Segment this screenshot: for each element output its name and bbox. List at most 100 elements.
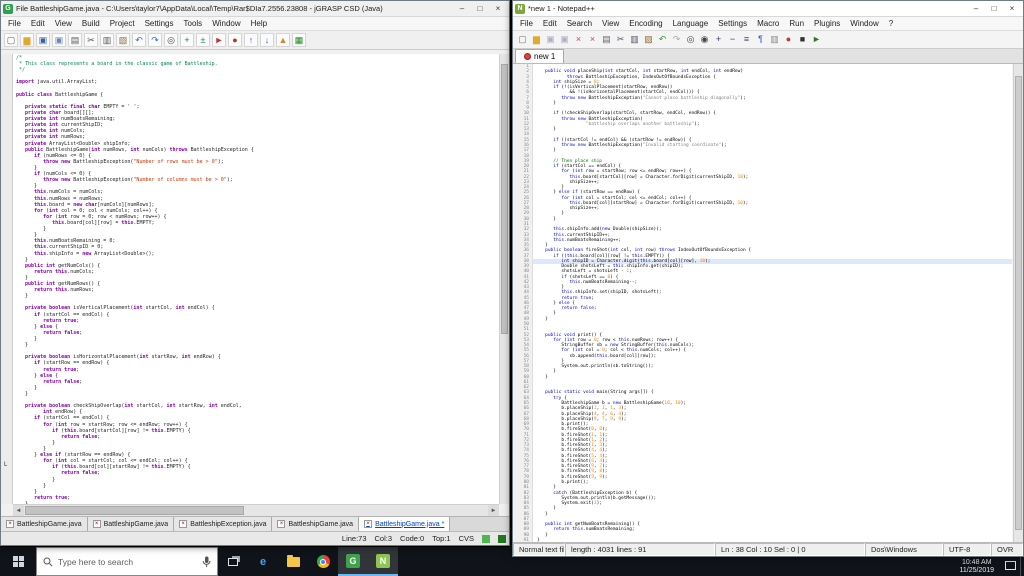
- minimize-button[interactable]: –: [453, 2, 471, 16]
- debug-icon[interactable]: ●: [228, 33, 242, 47]
- zoom-in-icon[interactable]: +: [712, 33, 725, 46]
- status-insert-mode[interactable]: OVR: [991, 543, 1023, 556]
- word-wrap-icon[interactable]: ≡: [740, 33, 753, 46]
- paste-icon[interactable]: ▧: [116, 33, 130, 47]
- task-view-taskbar-icon[interactable]: [218, 547, 248, 576]
- jgrasp-menu-build[interactable]: Build: [77, 19, 105, 28]
- new-file-icon[interactable]: ▢: [516, 33, 529, 46]
- jgrasp-menu-project[interactable]: Project: [105, 19, 140, 28]
- file-explorer-taskbar-icon[interactable]: [278, 547, 308, 576]
- scrollbar-thumb[interactable]: [501, 64, 508, 334]
- minimize-button[interactable]: –: [967, 2, 985, 16]
- stop-macro-icon[interactable]: ■: [796, 33, 809, 46]
- notepadpp-editor[interactable]: 1 2 public void placeShip(int startCol, …: [514, 64, 1012, 542]
- jgrasp-horizontal-scrollbar[interactable]: ◄ ►: [13, 504, 499, 516]
- print-icon[interactable]: ▤: [68, 33, 82, 47]
- jgrasp-menu-help[interactable]: Help: [246, 19, 272, 28]
- npp-menu-language[interactable]: Language: [668, 19, 714, 28]
- npp-menu-file[interactable]: File: [515, 19, 538, 28]
- jgrasp-menu-tools[interactable]: Tools: [179, 19, 208, 28]
- scrollbar-thumb[interactable]: [25, 506, 244, 515]
- close-all-icon[interactable]: ×: [586, 33, 599, 46]
- undo-icon[interactable]: ↶: [656, 33, 669, 46]
- compile-icon[interactable]: +: [180, 33, 194, 47]
- npp-menu-encoding[interactable]: Encoding: [624, 19, 667, 28]
- new-file-icon[interactable]: ▢: [4, 33, 18, 47]
- save-all-icon[interactable]: ▣: [558, 33, 571, 46]
- play-macro-icon[interactable]: ►: [810, 33, 823, 46]
- npp-menu-edit[interactable]: Edit: [538, 19, 562, 28]
- file-tab[interactable]: × BattleshipException.java: [174, 517, 273, 531]
- close-tab-icon[interactable]: ×: [92, 520, 101, 528]
- compile-debug-icon[interactable]: ±: [196, 33, 210, 47]
- file-tab[interactable]: × BattleshipGame.java: [87, 517, 175, 531]
- record-macro-icon[interactable]: ●: [782, 33, 795, 46]
- jgrasp-menu-file[interactable]: File: [3, 19, 26, 28]
- npp-menu-search[interactable]: Search: [562, 19, 597, 28]
- project-grid-icon[interactable]: ▦: [292, 33, 306, 47]
- notepadpp-vertical-scrollbar[interactable]: [1013, 64, 1023, 542]
- close-tab-icon[interactable]: ×: [277, 520, 286, 528]
- scroll-right-icon[interactable]: ►: [488, 505, 499, 516]
- close-tab-icon[interactable]: ×: [364, 520, 373, 528]
- cut-icon[interactable]: ✂: [84, 33, 98, 47]
- start-button[interactable]: [0, 547, 36, 576]
- scroll-left-icon[interactable]: ◄: [13, 505, 24, 516]
- npp-menu-window[interactable]: Window: [845, 19, 883, 28]
- npp-menu-macro[interactable]: Macro: [752, 19, 784, 28]
- jgrasp-taskbar-icon[interactable]: G: [338, 547, 368, 576]
- close-icon[interactable]: ×: [572, 33, 585, 46]
- copy-icon[interactable]: ▥: [100, 33, 114, 47]
- run-icon[interactable]: ►: [212, 33, 226, 47]
- redo-icon[interactable]: ↷: [148, 33, 162, 47]
- save-all-icon[interactable]: ▣: [52, 33, 66, 47]
- find-icon[interactable]: ◎: [164, 33, 178, 47]
- open-folder-icon[interactable]: ▆: [20, 33, 34, 47]
- open-folder-icon[interactable]: ▆: [530, 33, 543, 46]
- run-applet-icon[interactable]: ▲: [276, 33, 290, 47]
- step-down-icon[interactable]: ↓: [260, 33, 274, 47]
- notepadpp-titlebar[interactable]: N *new 1 - Notepad++ – □ ×: [513, 1, 1023, 17]
- action-center-icon[interactable]: [1005, 561, 1016, 570]
- save-icon[interactable]: ▣: [36, 33, 50, 47]
- npp-menu-settings[interactable]: Settings: [713, 19, 752, 28]
- scrollbar-thumb[interactable]: [1015, 76, 1022, 530]
- file-tab[interactable]: × BattleshipGame.java: [1, 517, 88, 531]
- close-tab-icon[interactable]: ×: [179, 520, 188, 528]
- cut-icon[interactable]: ✂: [614, 33, 627, 46]
- copy-icon[interactable]: ▥: [628, 33, 641, 46]
- jgrasp-menu-edit[interactable]: Edit: [26, 19, 50, 28]
- document-tab[interactable]: new 1: [515, 49, 565, 63]
- notepad-plus-plus-taskbar-icon[interactable]: N: [368, 547, 398, 576]
- replace-icon[interactable]: ◉: [698, 33, 711, 46]
- file-tab[interactable]: × BattleshipGame.java *: [359, 517, 451, 531]
- chrome-taskbar-icon[interactable]: [308, 547, 338, 576]
- jgrasp-menu-window[interactable]: Window: [207, 19, 245, 28]
- save-icon[interactable]: ▣: [544, 33, 557, 46]
- maximize-button[interactable]: □: [471, 2, 489, 16]
- jgrasp-editor[interactable]: /* * This class represents a board in th…: [13, 54, 499, 504]
- step-up-icon[interactable]: ↑: [244, 33, 258, 47]
- close-button[interactable]: ×: [1003, 2, 1021, 16]
- show-all-chars-icon[interactable]: ¶: [754, 33, 767, 46]
- zoom-out-icon[interactable]: −: [726, 33, 739, 46]
- jgrasp-vertical-scrollbar[interactable]: [499, 54, 509, 504]
- taskbar-clock[interactable]: 10:48 AM 11/25/2019: [959, 559, 994, 575]
- taskbar-search-input[interactable]: Type here to search: [36, 547, 218, 576]
- edge-taskbar-icon[interactable]: e: [248, 547, 278, 576]
- npp-menu-plugins[interactable]: Plugins: [809, 19, 845, 28]
- indent-guide-icon[interactable]: ▥: [768, 33, 781, 46]
- print-icon[interactable]: ▤: [600, 33, 613, 46]
- jgrasp-titlebar[interactable]: G File BattleshipGame.java - C:\Users\ta…: [1, 1, 509, 17]
- close-button[interactable]: ×: [489, 2, 507, 16]
- maximize-button[interactable]: □: [985, 2, 1003, 16]
- undo-icon[interactable]: ↶: [132, 33, 146, 47]
- microphone-icon[interactable]: [202, 556, 211, 568]
- paste-icon[interactable]: ▧: [642, 33, 655, 46]
- npp-menu-run[interactable]: Run: [784, 19, 809, 28]
- npp-menu-view[interactable]: View: [597, 19, 624, 28]
- file-tab[interactable]: × BattleshipGame.java: [272, 517, 360, 531]
- jgrasp-menu-view[interactable]: View: [50, 19, 77, 28]
- redo-icon[interactable]: ↷: [670, 33, 683, 46]
- jgrasp-menu-settings[interactable]: Settings: [140, 19, 179, 28]
